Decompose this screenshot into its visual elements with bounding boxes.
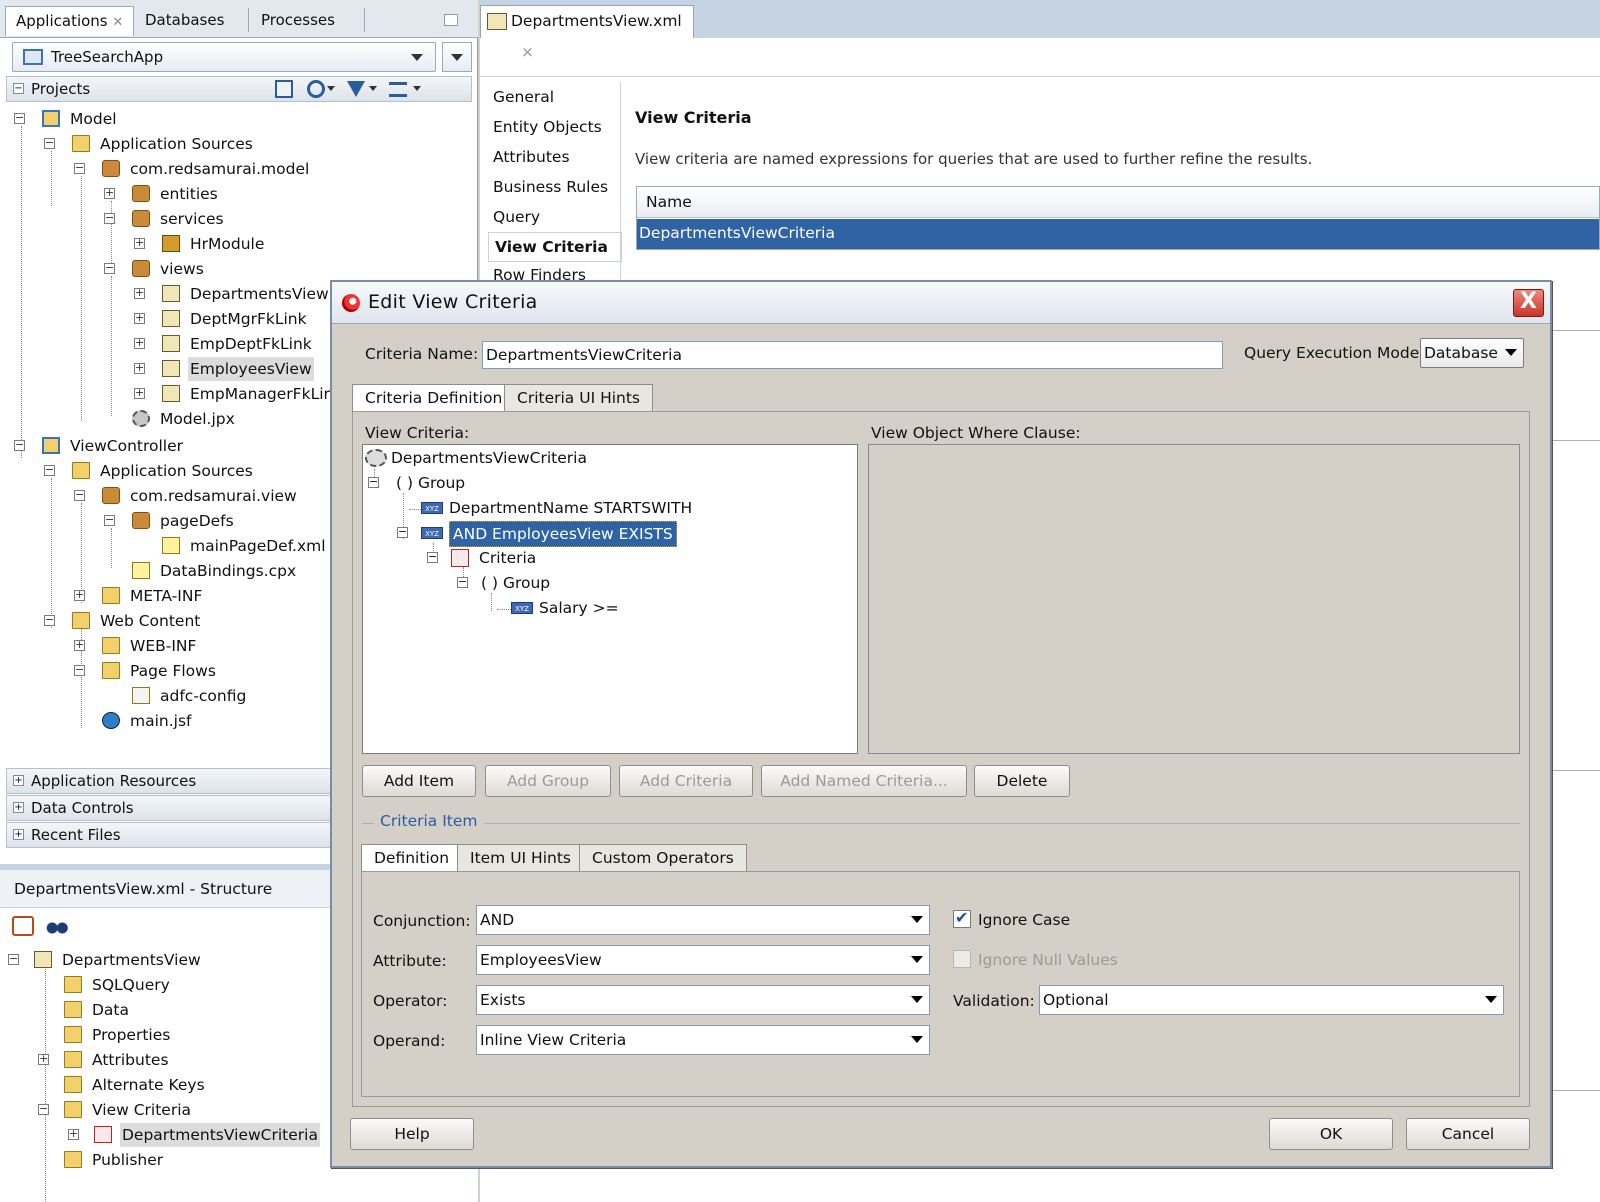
nav-view-criteria[interactable]: View Criteria [488,232,622,262]
operand-select[interactable]: Inline View Criteria [476,1025,930,1055]
chevron-down-icon[interactable] [413,86,421,91]
nav-attributes[interactable]: Attributes [493,148,570,166]
tab-definition[interactable]: Definition [361,844,463,872]
refresh-icon[interactable] [307,80,325,98]
tab-databases[interactable]: Databases [135,6,234,36]
delete-button[interactable]: Delete [974,765,1070,797]
oracle-icon [342,294,360,312]
criteria-item-icon: XYZ [511,602,533,614]
ignore-null-values-checkbox[interactable] [953,950,971,968]
divider [480,76,1600,77]
chevron-down-icon [911,916,923,923]
ignore-case-label: Ignore Case [978,911,1071,929]
view-criteria-table: Name DepartmentsViewCriteria [636,186,1600,250]
view-criteria-label: View Criteria: [365,424,470,442]
chevron-down-icon[interactable] [327,86,335,91]
where-clause-label: View Object Where Clause: [871,424,1081,442]
add-named-criteria-button[interactable]: Add Named Criteria... [761,765,967,797]
chevron-down-icon [411,54,423,61]
criteria-definition-panel: View Criteria: View Object Where Clause:… [352,411,1530,1107]
close-tab-icon[interactable]: ✕ [112,15,123,30]
separator [362,823,1520,824]
tab-criteria-ui-hints[interactable]: Criteria UI Hints [504,384,654,412]
dialog-title-bar: Edit View Criteria [332,282,1550,324]
tab-separator [248,8,249,32]
conjunction-select[interactable]: AND [476,905,930,935]
nav-general[interactable]: General [493,88,554,106]
where-clause-area[interactable] [868,444,1520,754]
chevron-down-icon [451,54,463,61]
operator-label: Operator: [373,992,448,1010]
view-criteria-tree: DepartmentsViewCriteria −( ) Group XYZ De… [362,444,858,754]
projects-header[interactable]: − Projects [6,76,472,102]
sort-icon[interactable] [12,916,34,936]
tab-item-ui-hints[interactable]: Item UI Hints [457,844,584,872]
navigator-tab-bar: Applications ✕ Databases Processes [0,0,478,38]
criteria-icon [451,549,469,567]
tab-criteria-definition[interactable]: Criteria Definition [352,384,516,412]
attribute-label: Attribute: [373,952,447,970]
chevron-down-icon [1505,349,1517,356]
query-mode-select[interactable]: Database [1420,338,1524,368]
tab-departmentsview-xml[interactable]: DepartmentsView.xml × [480,5,694,61]
gear-icon [365,449,387,467]
ok-button[interactable]: OK [1269,1118,1393,1150]
definition-panel: Conjunction: AND Attribute: EmployeesVie… [361,871,1520,1097]
chevron-down-icon [911,996,923,1003]
help-button[interactable]: Help [350,1118,474,1150]
edit-view-criteria-dialog: Edit View Criteria X Criteria Name: Depa… [330,280,1552,1168]
chevron-down-icon[interactable] [369,86,377,91]
validation-label: Validation: [953,992,1035,1010]
working-sets-icon[interactable] [389,82,407,97]
add-group-button[interactable]: Add Group [485,765,611,797]
chevron-down-icon [1485,996,1497,1003]
table-row[interactable]: DepartmentsViewCriteria [637,219,1599,249]
attribute-select[interactable]: EmployeesView [476,945,930,975]
section-description: View criteria are named expressions for … [635,150,1313,168]
add-criteria-button[interactable]: Add Criteria [619,765,753,797]
conjunction-label: Conjunction: [373,912,471,930]
column-header-name[interactable]: Name [637,187,1599,218]
collapse-icon[interactable]: − [13,83,24,94]
close-dialog-button[interactable]: X [1513,289,1544,317]
binoculars-icon[interactable] [45,916,69,936]
filter-icon[interactable] [347,81,365,97]
structure-tree: − DepartmentsView SQLQuery Data Propertie… [0,946,330,1202]
chevron-down-icon [911,956,923,963]
projects-tree: − Model − Application Sources − com.redsamu… [14,110,343,730]
criteria-name-label: Criteria Name: [365,345,479,363]
ignore-case-checkbox[interactable] [953,908,971,928]
criteria-item-icon: XYZ [421,502,443,514]
criteria-item-label: Criteria Item [374,812,484,830]
application-icon [23,49,43,65]
tab-separator [364,8,365,32]
nav-query[interactable]: Query [493,208,540,226]
nav-business-rules[interactable]: Business Rules [493,178,608,196]
tab-applications[interactable]: Applications ✕ [5,6,135,36]
application-menu-button[interactable] [442,42,472,72]
dialog-title: Edit View Criteria [368,291,538,313]
section-title: View Criteria [635,108,752,127]
structure-title: DepartmentsView.xml - Structure [14,880,273,898]
minimize-icon[interactable] [444,14,458,26]
tab-custom-operators[interactable]: Custom Operators [579,844,747,872]
criteria-item-icon: XYZ [421,527,443,539]
query-mode-label: Query Execution Mode: [1244,344,1425,362]
application-selector[interactable]: TreeSearchApp [12,42,436,72]
operator-select[interactable]: Exists [476,985,930,1015]
view-object-icon [487,13,507,30]
nav-entity-objects[interactable]: Entity Objects [493,118,602,136]
add-item-button[interactable]: Add Item [362,765,476,797]
document-tab-bar: DepartmentsView.xml × [480,0,1600,61]
cancel-button[interactable]: Cancel [1406,1118,1530,1150]
validation-select[interactable]: Optional [1039,985,1504,1015]
ignore-null-values-label: Ignore Null Values [978,951,1118,969]
tab-processes[interactable]: Processes [251,6,345,36]
close-icon[interactable]: × [521,43,534,61]
criteria-name-input[interactable]: DepartmentsViewCriteria [482,341,1223,369]
operand-label: Operand: [373,1032,446,1050]
chevron-down-icon [911,1036,923,1043]
find-icon[interactable] [275,80,293,98]
